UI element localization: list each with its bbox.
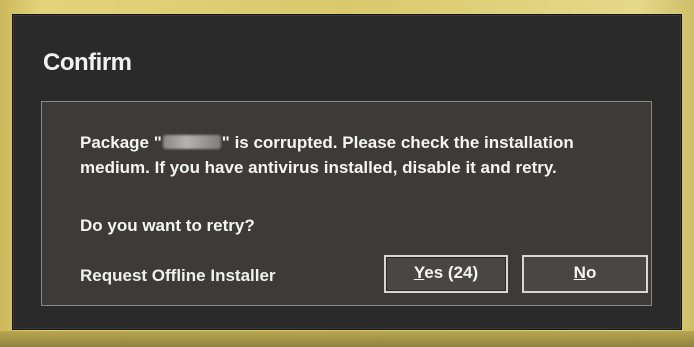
error-message: Package " " is corrupted. Please check th… bbox=[80, 130, 635, 180]
retry-question: Do you want to retry? bbox=[80, 216, 255, 235]
yes-button[interactable]: Yes (24) bbox=[384, 255, 508, 293]
confirm-dialog: Confirm Package " " is corrupted. Please … bbox=[12, 14, 682, 330]
yes-label: es (24) bbox=[424, 263, 479, 282]
no-button[interactable]: No bbox=[522, 255, 648, 293]
no-label: o bbox=[585, 263, 597, 282]
message-prefix: Package " bbox=[80, 133, 162, 152]
yes-accelerator: Y bbox=[413, 263, 425, 282]
redacted-package-name bbox=[162, 135, 221, 149]
dialog-panel: Package " " is corrupted. Please check th… bbox=[41, 101, 652, 306]
no-accelerator: N bbox=[573, 263, 586, 282]
dialog-title: Confirm bbox=[43, 49, 132, 76]
request-offline-installer-link[interactable]: Request Offline Installer bbox=[80, 266, 276, 286]
